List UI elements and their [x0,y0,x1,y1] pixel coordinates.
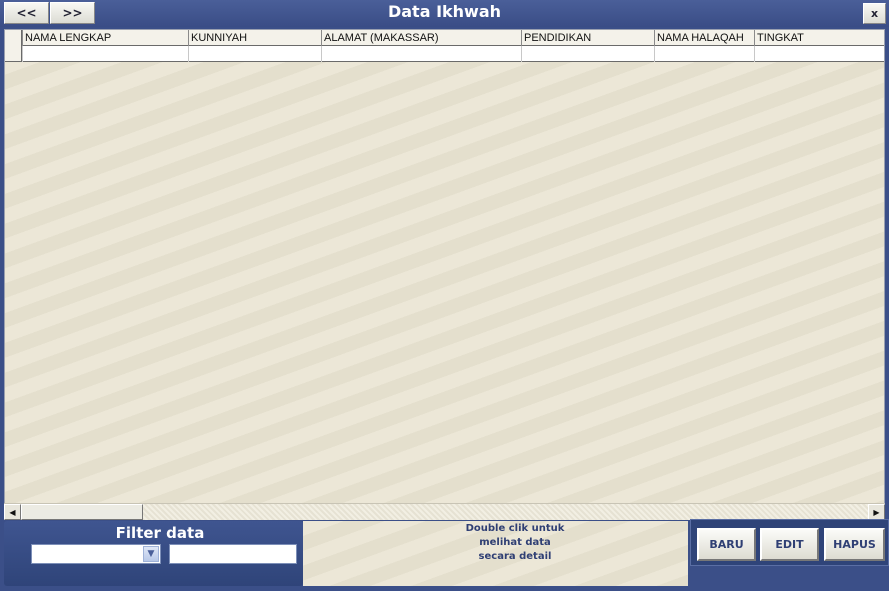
table-cell[interactable] [754,46,884,62]
data-grid[interactable]: NAMA LENGKAP KUNNIYAH ALAMAT (MAKASSAR) … [4,29,885,520]
table-cell[interactable] [321,46,521,62]
delete-button[interactable]: HAPUS [824,528,885,561]
new-button[interactable]: BARU [697,528,756,561]
filter-input[interactable] [169,544,297,564]
column-header-nama-lengkap[interactable]: NAMA LENGKAP [22,30,188,46]
column-header-nama-halaqah[interactable]: NAMA HALAQAH [654,30,754,46]
table-cell[interactable] [22,46,188,62]
column-header-tingkat[interactable]: TINGKAT [754,30,884,46]
table-row[interactable] [22,46,884,62]
prev-button[interactable]: << [4,2,49,24]
filter-field-select[interactable]: ▼ [31,544,161,564]
table-cell[interactable] [188,46,321,62]
hint-text: Double clik untuk melihat data secara de… [460,522,570,564]
table-cell[interactable] [521,46,654,62]
row-selector[interactable] [5,46,22,62]
grid-header: NAMA LENGKAP KUNNIYAH ALAMAT (MAKASSAR) … [5,30,884,46]
chevron-down-icon[interactable]: ▼ [143,546,159,562]
header-corner [5,30,22,46]
scroll-right-icon[interactable]: ▶ [868,504,885,520]
scroll-left-icon[interactable]: ◀ [4,504,21,520]
next-button[interactable]: >> [50,2,95,24]
close-button[interactable]: x [863,3,886,24]
column-header-alamat[interactable]: ALAMAT (MAKASSAR) [321,30,521,46]
window-title: Data Ikhwah [387,2,502,21]
table-cell[interactable] [654,46,754,62]
scrollbar-thumb[interactable] [21,504,143,520]
hint-line: melihat data [479,537,551,548]
edit-button[interactable]: EDIT [760,528,819,561]
column-header-pendidikan[interactable]: PENDIDIKAN [521,30,654,46]
hint-line: Double clik untuk [465,523,565,534]
filter-title: Filter data [115,524,205,542]
horizontal-scrollbar[interactable]: ◀ ▶ [4,503,885,520]
hint-line: secara detail [478,551,552,562]
column-header-kunniyah[interactable]: KUNNIYAH [188,30,321,46]
